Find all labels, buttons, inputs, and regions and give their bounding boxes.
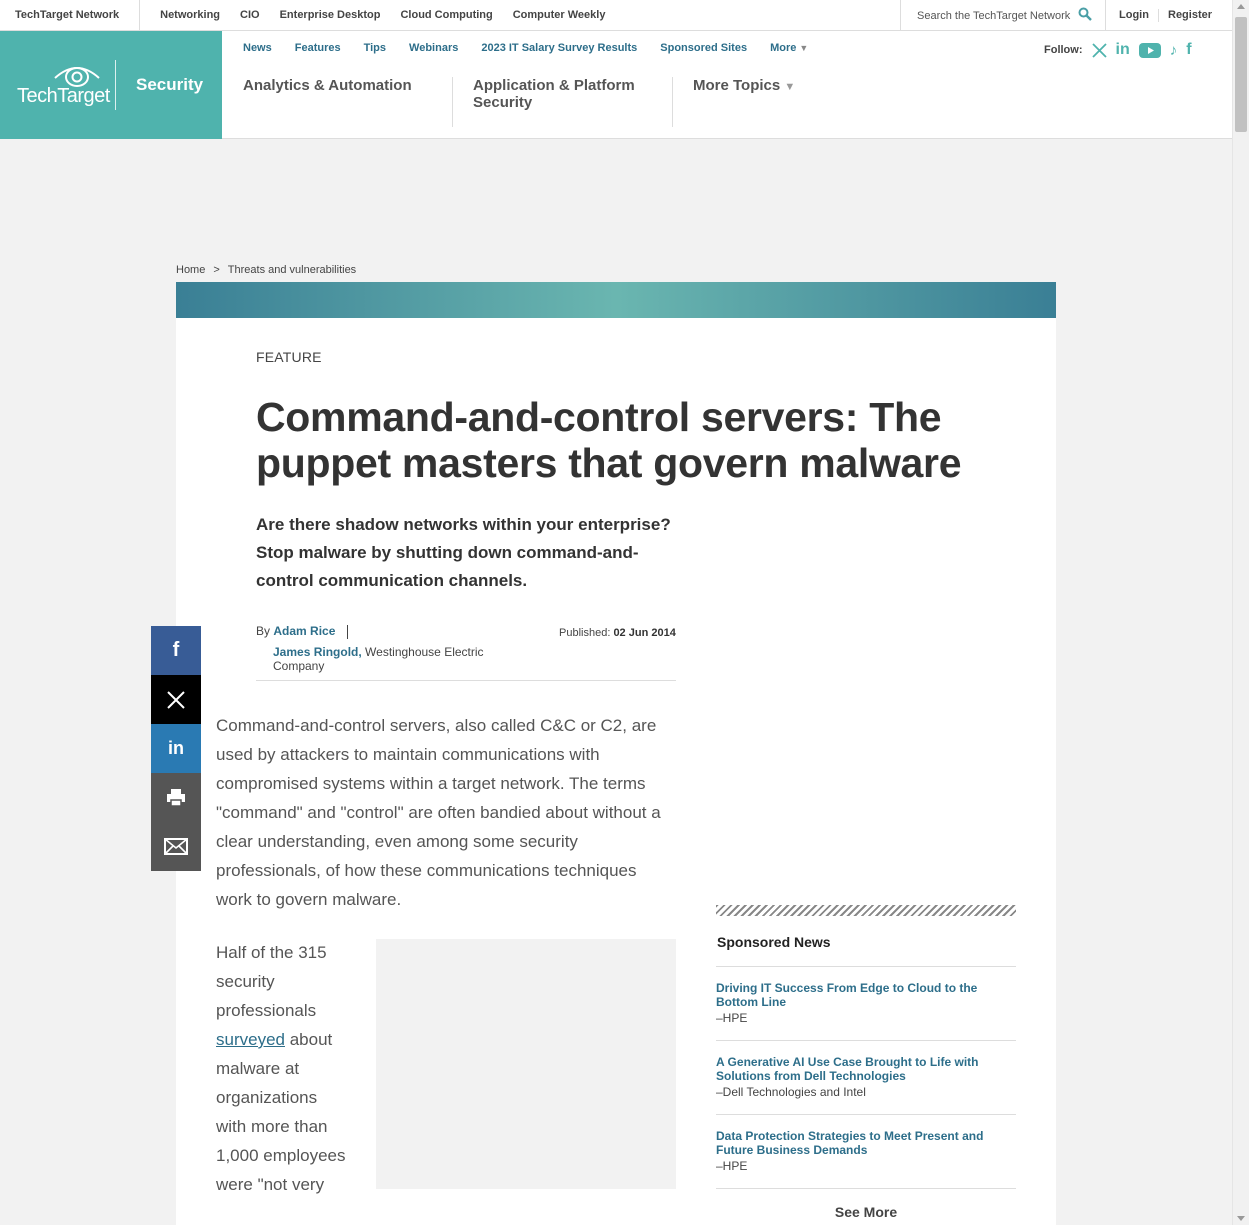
network-links: Networking CIO Enterprise Desktop Cloud … bbox=[140, 9, 605, 21]
subnav-news[interactable]: News bbox=[243, 42, 272, 54]
network-brand-link[interactable]: TechTarget Network bbox=[0, 0, 141, 31]
subnav-features[interactable]: Features bbox=[295, 42, 341, 54]
divider bbox=[1158, 9, 1159, 22]
paragraph-text: Half of the 315 security professionals bbox=[216, 943, 327, 1020]
x-icon[interactable] bbox=[151, 675, 201, 724]
scrollbar-thumb[interactable] bbox=[1235, 17, 1247, 132]
chevron-down-icon: ▼ bbox=[799, 43, 809, 53]
breadcrumb-separator: > bbox=[213, 264, 220, 276]
youtube-icon[interactable] bbox=[1138, 42, 1161, 58]
network-link-cloud-computing[interactable]: Cloud Computing bbox=[400, 9, 492, 21]
network-link-cio[interactable]: CIO bbox=[240, 9, 260, 21]
article-kicker: FEATURE bbox=[256, 349, 322, 365]
sub-navigation: News Features Tips Webinars 2023 IT Sala… bbox=[243, 42, 808, 54]
article-title: Command-and-control servers: The puppet … bbox=[256, 394, 962, 486]
follow-label: Follow: bbox=[1044, 44, 1083, 56]
linkedin-icon[interactable]: in bbox=[151, 724, 201, 773]
login-link[interactable]: Login bbox=[1119, 9, 1149, 21]
subnav-salary-survey[interactable]: 2023 IT Salary Survey Results bbox=[481, 42, 637, 54]
article-paragraph: Half of the 315 security professionals s… bbox=[216, 938, 346, 1199]
scroll-up-arrow-icon[interactable] bbox=[1237, 4, 1245, 9]
share-bar: f in bbox=[151, 626, 201, 871]
topic-navigation: Analytics & Automation Application & Pla… bbox=[243, 77, 835, 127]
section-name[interactable]: Security bbox=[136, 75, 203, 95]
sponsored-source: –HPE bbox=[716, 1159, 748, 1173]
author-link[interactable]: Adam Rice bbox=[273, 624, 335, 638]
sponsored-headline[interactable]: Driving IT Success From Edge to Cloud to… bbox=[716, 981, 1016, 1009]
paragraph-text: about malware at organizations with more… bbox=[216, 1030, 346, 1194]
logo-divider bbox=[115, 60, 116, 110]
topic-application-platform-security[interactable]: Application & Platform Security bbox=[473, 77, 673, 127]
site-header: TechTarget Security News Features Tips W… bbox=[0, 31, 1232, 139]
section-divider bbox=[716, 905, 1016, 916]
sponsored-headline[interactable]: A Generative AI Use Case Brought to Life… bbox=[716, 1055, 1016, 1083]
topic-more-topics[interactable]: More Topics ▼ bbox=[693, 77, 815, 127]
published-value: 02 Jun 2014 bbox=[613, 627, 676, 639]
sponsored-source: –HPE bbox=[716, 1011, 748, 1025]
topic-analytics-automation[interactable]: Analytics & Automation bbox=[243, 77, 453, 127]
logo-text: TechTarget bbox=[17, 85, 110, 107]
sponsored-headline[interactable]: Data Protection Strategies to Meet Prese… bbox=[716, 1129, 1016, 1157]
more-topics-label: More Topics bbox=[693, 77, 781, 94]
subnav-tips[interactable]: Tips bbox=[364, 42, 386, 54]
ad-placeholder bbox=[376, 939, 676, 1189]
facebook-icon[interactable]: f bbox=[151, 626, 201, 675]
breadcrumb: Home > Threats and vulnerabilities bbox=[176, 264, 356, 276]
print-icon[interactable] bbox=[151, 773, 201, 822]
article-header-card bbox=[216, 318, 1016, 399]
chevron-down-icon: ▼ bbox=[784, 81, 796, 93]
follow-bar: Follow: in ♪ f bbox=[1044, 41, 1192, 59]
subnav-webinars[interactable]: Webinars bbox=[409, 42, 458, 54]
scroll-down-arrow-icon[interactable] bbox=[1237, 1216, 1245, 1221]
breadcrumb-current[interactable]: Threats and vulnerabilities bbox=[228, 264, 356, 276]
breadcrumb-home[interactable]: Home bbox=[176, 264, 205, 276]
sponsored-news: Sponsored News Driving IT Success From E… bbox=[716, 905, 1016, 1220]
sponsored-title: Sponsored News bbox=[716, 916, 1016, 967]
sponsored-item[interactable]: Driving IT Success From Edge to Cloud to… bbox=[716, 967, 1016, 1041]
byline-by: By bbox=[256, 624, 271, 638]
facebook-icon[interactable]: f bbox=[1186, 41, 1191, 59]
published-label: Published: bbox=[559, 627, 611, 639]
divider bbox=[256, 680, 676, 681]
surveyed-link[interactable]: surveyed bbox=[216, 1030, 285, 1049]
article-paragraph: Command-and-control servers, also called… bbox=[216, 716, 661, 909]
sponsored-item[interactable]: A Generative AI Use Case Brought to Life… bbox=[716, 1041, 1016, 1115]
network-bar: TechTarget Network Networking CIO Enterp… bbox=[0, 0, 1232, 31]
subnav-more[interactable]: More ▼ bbox=[770, 42, 808, 54]
subnav-more-label: More bbox=[770, 42, 797, 54]
register-link[interactable]: Register bbox=[1168, 9, 1212, 21]
site-logo[interactable]: TechTarget Security bbox=[0, 31, 222, 139]
published-date: Published: 02 Jun 2014 bbox=[559, 627, 676, 639]
network-link-networking[interactable]: Networking bbox=[160, 9, 220, 21]
scrollbar[interactable] bbox=[1232, 0, 1249, 1225]
article-dek: Are there shadow networks within your en… bbox=[256, 515, 671, 590]
coauthor: James Ringold, Westinghouse Electric Com… bbox=[256, 645, 506, 673]
network-search[interactable]: Search the TechTarget Network bbox=[900, 0, 1106, 31]
x-icon[interactable] bbox=[1091, 42, 1107, 58]
network-link-computer-weekly[interactable]: Computer Weekly bbox=[513, 9, 606, 21]
author-link[interactable]: James Ringold, bbox=[273, 645, 362, 659]
email-icon[interactable] bbox=[151, 822, 201, 871]
search-icon[interactable] bbox=[1078, 7, 1093, 24]
sponsored-source: –Dell Technologies and Intel bbox=[716, 1085, 866, 1099]
search-input[interactable]: Search the TechTarget Network bbox=[917, 10, 1070, 22]
tiktok-icon[interactable]: ♪ bbox=[1170, 42, 1178, 59]
see-more-button[interactable]: See More bbox=[716, 1189, 1016, 1220]
divider bbox=[346, 624, 348, 639]
subnav-sponsored-sites[interactable]: Sponsored Sites bbox=[660, 42, 747, 54]
linkedin-icon[interactable]: in bbox=[1116, 41, 1130, 59]
network-link-enterprise-desktop[interactable]: Enterprise Desktop bbox=[280, 9, 381, 21]
sponsored-item[interactable]: Data Protection Strategies to Meet Prese… bbox=[716, 1115, 1016, 1189]
